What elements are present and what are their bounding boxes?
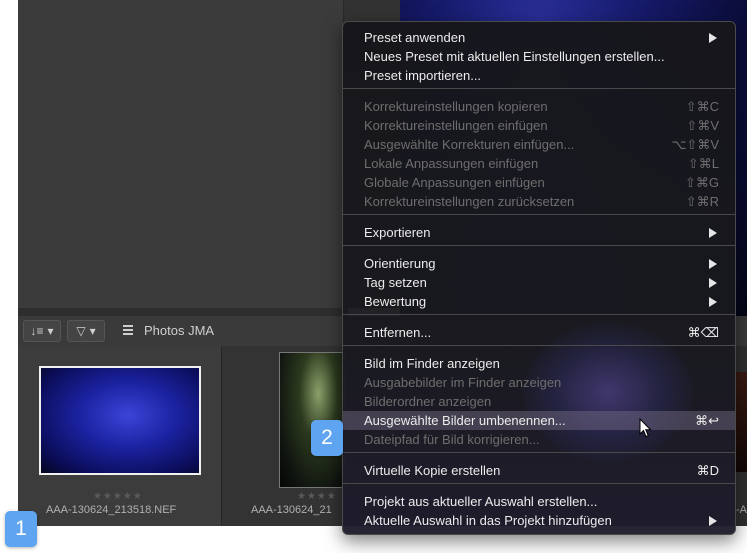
menu-separator: [343, 245, 735, 246]
menu-item-shortcut: ⇧⌘V: [686, 118, 719, 133]
menu-item-shortcut: ⌘⌫: [687, 325, 719, 340]
menu-item-label: Orientierung: [364, 256, 436, 271]
menu-item-label: Virtuelle Kopie erstellen: [364, 463, 501, 478]
menu-item-shortcut: ⌘D: [696, 463, 719, 478]
menu-item-label: Korrektureinstellungen zurücksetzen: [364, 194, 575, 209]
chevron-down-icon: ▾: [47, 324, 54, 338]
menu-item-korrektureinstellungen-zurücksetzen: Korrektureinstellungen zurücksetzen ⇧⌘R: [343, 192, 735, 211]
menu-item-label: Neues Preset mit aktuellen Einstellungen…: [364, 49, 665, 64]
mouse-cursor-icon: [639, 418, 652, 438]
library-panel: [18, 0, 343, 308]
menu-separator: [343, 452, 735, 453]
thumbnail-filename: AAA-130624_213518.NEF: [46, 504, 177, 516]
submenu-arrow-icon: [709, 278, 717, 288]
submenu-arrow-icon: [709, 228, 717, 238]
menu-item-dateipfad-für-bild-korrigieren: Dateipfad für Bild korrigieren...: [343, 430, 735, 449]
grid-icon: [123, 325, 133, 335]
menu-separator: [343, 214, 735, 215]
menu-item-shortcut: ⇧⌘R: [685, 194, 719, 209]
menu-item-preset-anwenden[interactable]: Preset anwenden: [343, 28, 735, 47]
menu-item-ausgewählte-bilder-umbenennen[interactable]: Ausgewählte Bilder umbenennen... ⌘↩: [343, 411, 735, 430]
menu-item-label: Projekt aus aktueller Auswahl erstellen.…: [364, 494, 598, 509]
menu-item-shortcut: ⌘↩: [695, 413, 719, 428]
context-menu: Preset anwenden Neues Preset mit aktuelle…: [342, 21, 736, 535]
menu-item-label: Ausgewählte Bilder umbenennen...: [364, 413, 566, 428]
menu-separator: [343, 88, 735, 89]
menu-item-orientierung[interactable]: Orientierung: [343, 254, 735, 273]
panel-separator: [18, 308, 348, 316]
menu-item-neues-preset-mit-aktuellen-einstellungen-erstellen[interactable]: Neues Preset mit aktuellen Einstellungen…: [343, 47, 735, 66]
menu-separator: [343, 314, 735, 315]
menu-separator: [343, 483, 735, 484]
menu-item-shortcut: ⇧⌘L: [687, 156, 719, 171]
menu-item-entfernen[interactable]: Entfernen... ⌘⌫: [343, 323, 735, 342]
menu-item-label: Aktuelle Auswahl in das Projekt hinzufüg…: [364, 513, 612, 528]
menu-item-exportieren[interactable]: Exportieren: [343, 223, 735, 242]
rating-stars[interactable]: ★★★★: [297, 491, 337, 502]
menu-item-label: Dateipfad für Bild korrigieren...: [364, 432, 540, 447]
chevron-down-icon: ▾: [89, 324, 96, 338]
submenu-arrow-icon: [709, 297, 717, 307]
submenu-arrow-icon: [709, 516, 717, 526]
menu-item-label: Tag setzen: [364, 275, 427, 290]
menu-item-bilderordner-anzeigen: Bilderordner anzeigen: [343, 392, 735, 411]
thumbnail-filename: AAA-130624_21: [251, 504, 332, 516]
menu-item-label: Ausgabebilder im Finder anzeigen: [364, 375, 562, 390]
thumbnail-filename: -A: [736, 504, 747, 516]
menu-item-label: Exportieren: [364, 225, 431, 240]
menu-item-label: Preset importieren...: [364, 68, 482, 83]
menu-item-korrektureinstellungen-einfügen: Korrektureinstellungen einfügen ⇧⌘V: [343, 116, 735, 135]
menu-item-label: Korrektureinstellungen einfügen: [364, 118, 548, 133]
menu-item-label: Ausgewählte Korrekturen einfügen...: [364, 137, 575, 152]
menu-item-shortcut: ⇧⌘C: [685, 99, 719, 114]
filter-icon: ▽: [76, 324, 86, 338]
menu-item-label: Globale Anpassungen einfügen: [364, 175, 545, 190]
menu-separator: [343, 345, 735, 346]
menu-item-shortcut: ⌥⇧⌘V: [671, 137, 719, 152]
menu-item-label: Lokale Anpassungen einfügen: [364, 156, 539, 171]
sort-icon: ↓≡: [30, 324, 44, 338]
rating-stars[interactable]: ★★★★★: [93, 491, 143, 502]
menu-item-tag-setzen[interactable]: Tag setzen: [343, 273, 735, 292]
menu-item-ausgewählte-korrekturen-einfügen: Ausgewählte Korrekturen einfügen... ⌥⇧⌘V: [343, 135, 735, 154]
left-margin: [0, 0, 18, 553]
menu-item-preset-importieren[interactable]: Preset importieren...: [343, 66, 735, 85]
submenu-arrow-icon: [709, 259, 717, 269]
menu-item-lokale-anpassungen-einfügen: Lokale Anpassungen einfügen ⇧⌘L: [343, 154, 735, 173]
sort-button[interactable]: ↓≡ ▾: [23, 320, 61, 342]
menu-item-aktuelle-auswahl-in-das-projekt-hinzufügen[interactable]: Aktuelle Auswahl in das Projekt hinzufüg…: [343, 511, 735, 530]
menu-item-korrektureinstellungen-kopieren: Korrektureinstellungen kopieren ⇧⌘C: [343, 97, 735, 116]
menu-item-label: Korrektureinstellungen kopieren: [364, 99, 548, 114]
menu-item-label: Bewertung: [364, 294, 427, 309]
menu-item-label: Bilderordner anzeigen: [364, 394, 492, 409]
album-label: Photos JMA: [144, 323, 215, 338]
menu-item-bild-im-finder-anzeigen[interactable]: Bild im Finder anzeigen: [343, 354, 735, 373]
menu-item-ausgabebilder-im-finder-anzeigen: Ausgabebilder im Finder anzeigen: [343, 373, 735, 392]
step-badge-1: 1: [5, 511, 37, 547]
menu-item-bewertung[interactable]: Bewertung: [343, 292, 735, 311]
menu-item-label: Preset anwenden: [364, 30, 466, 45]
menu-item-label: Entfernen...: [364, 325, 432, 340]
menu-item-globale-anpassungen-einfügen: Globale Anpassungen einfügen ⇧⌘G: [343, 173, 735, 192]
filter-button[interactable]: ▽ ▾: [67, 320, 105, 342]
menu-item-projekt-aus-aktueller-auswahl-erstellen[interactable]: Projekt aus aktueller Auswahl erstellen.…: [343, 492, 735, 511]
step-badge-2: 2: [311, 420, 343, 456]
menu-item-shortcut: ⇧⌘G: [684, 175, 719, 190]
submenu-arrow-icon: [709, 33, 717, 43]
menu-item-label: Bild im Finder anzeigen: [364, 356, 500, 371]
thumbnail-image[interactable]: [39, 366, 201, 475]
menu-item-virtuelle-kopie-erstellen[interactable]: Virtuelle Kopie erstellen ⌘D: [343, 461, 735, 480]
